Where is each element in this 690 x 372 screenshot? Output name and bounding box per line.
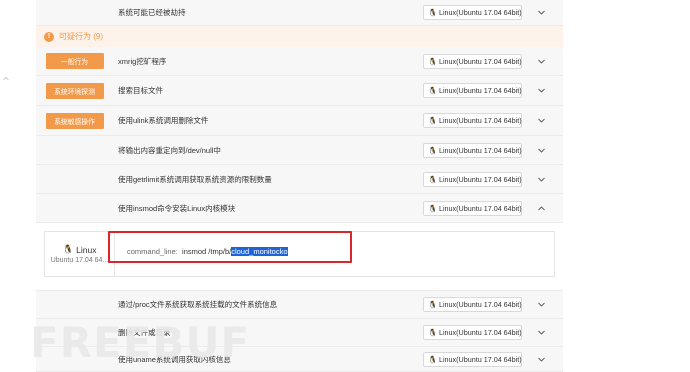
section-title: 可疑行为 (9) [59,32,103,41]
os-label: Linux(Ubuntu 17.04 64bit) [438,354,522,364]
tux-icon: 🐧 [428,354,437,364]
chevron-up-icon[interactable] [3,76,9,82]
chevron-down-icon[interactable] [537,175,546,184]
os-label: Linux(Ubuntu 17.04 64bit) [438,86,522,95]
tux-icon: 🐧 [428,56,437,66]
tux-icon: 🐧 [428,328,437,337]
os-badge: 🐧 Linux(Ubuntu 17.04 64bit) [423,5,522,20]
os-badge: 🐧 Linux(Ubuntu 17.04 64bit) [423,297,522,312]
chevron-down-icon[interactable] [537,300,546,309]
os-label: Linux(Ubuntu 17.04 64bit) [438,145,522,155]
category-tag: 系统环境探测 [45,82,104,99]
behavior-row-expanded[interactable]: 使用insmod命令安装Linux内核模块 🐧 Linux(Ubuntu 17.0… [36,194,563,223]
chevron-down-icon[interactable] [537,328,546,337]
os-label: Linux(Ubuntu 17.04 64bit) [438,328,522,337]
category-tag: 系统敏感操作 [45,112,104,129]
behavior-row[interactable]: 将输出内容重定向到/dev/null中 🐧 Linux(Ubuntu 17.04 … [36,136,563,165]
os-label: Linux(Ubuntu 17.04 64bit) [438,8,522,17]
behavior-row[interactable]: 系统敏感操作 使用ulink系统调用删除文件 🐧 Linux(Ubuntu 17.… [36,106,563,136]
behavior-desc: 使用insmod命令安装Linux内核模块 [118,203,236,213]
chevron-down-icon[interactable] [537,146,546,155]
os-badge: 🐧 Linux(Ubuntu 17.04 64bit) [423,83,522,98]
os-badge: 🐧 Linux(Ubuntu 17.04 64bit) [423,53,522,69]
annotation-highlight-box [108,231,352,263]
os-name: Linux [76,244,97,255]
section-header-suspicious[interactable]: ! 可疑行为 (9) [36,26,563,47]
os-label: Linux(Ubuntu 17.04 64bit) [438,116,522,125]
os-label: Linux(Ubuntu 17.04 64bit) [438,174,522,184]
behavior-row[interactable]: 系统可能已经被劫持 🐧 Linux(Ubuntu 17.04 64bit) [36,0,563,26]
os-badge: 🐧 Linux(Ubuntu 17.04 64bit) [423,351,522,367]
os-badge: 🐧 Linux(Ubuntu 17.04 64bit) [423,113,522,128]
os-badge: 🐧 Linux(Ubuntu 17.04 64bit) [423,171,522,187]
behavior-row[interactable]: 通过/proc文件系统获取系统挂载的文件系统信息 🐧 Linux(Ubuntu 1… [36,291,563,319]
tux-icon: 🐧 [62,244,74,254]
behavior-desc: 使用ulink系统调用删除文件 [118,116,209,125]
chevron-down-icon[interactable] [537,57,546,66]
left-gutter [0,0,36,372]
chevron-up-icon[interactable] [537,204,546,213]
os-badge: 🐧 Linux(Ubuntu 17.04 64bit) [423,325,522,340]
behavior-row[interactable]: 一般行为 xmrig挖矿程序 🐧 Linux(Ubuntu 17.04 64bit… [36,47,563,76]
behavior-desc: 通过/proc文件系统获取系统挂载的文件系统信息 [118,300,278,309]
right-background [563,0,690,372]
behavior-desc: 将输出内容重定向到/dev/null中 [118,145,221,155]
os-badge: 🐧 Linux(Ubuntu 17.04 64bit) [423,200,522,216]
tux-icon: 🐧 [428,174,437,184]
tux-icon: 🐧 [428,8,437,17]
tux-icon: 🐧 [428,203,437,213]
os-label: Linux(Ubuntu 17.04 64bit) [438,56,522,66]
behavior-row[interactable]: 使用getrlimit系统调用获取系统资源的限制数量 🐧 Linux(Ubuntu… [36,165,563,194]
behavior-desc: 系统可能已经被劫持 [118,8,186,17]
warning-icon: ! [44,31,54,42]
tux-icon: 🐧 [428,86,437,95]
os-label: Linux(Ubuntu 17.04 64bit) [438,203,522,213]
chevron-down-icon[interactable] [537,86,546,95]
os-version: Ubuntu 17.04 64... [50,257,109,264]
behavior-panel: 系统可能已经被劫持 🐧 Linux(Ubuntu 17.04 64bit) ! 可… [36,0,563,372]
chevron-down-icon[interactable] [537,116,546,125]
behavior-desc: 搜索目标文件 [118,86,163,95]
os-column: 🐧 Linux Ubuntu 17.04 64... [45,232,115,276]
tux-icon: 🐧 [428,300,437,309]
tux-icon: 🐧 [428,116,437,125]
os-label: Linux(Ubuntu 17.04 64bit) [438,300,522,309]
tux-icon: 🐧 [428,145,437,155]
category-tag: 一般行为 [45,53,104,69]
behavior-desc: xmrig挖矿程序 [118,56,167,66]
os-badge: 🐧 Linux(Ubuntu 17.04 64bit) [423,142,522,158]
behavior-row[interactable]: 系统环境探测 搜索目标文件 🐧 Linux(Ubuntu 17.04 64bit) [36,76,563,106]
behavior-desc: 使用getrlimit系统调用获取系统资源的限制数量 [118,174,272,184]
chevron-down-icon[interactable] [537,355,546,364]
chevron-down-icon[interactable] [537,8,546,17]
watermark: FREEBUF [30,318,251,367]
